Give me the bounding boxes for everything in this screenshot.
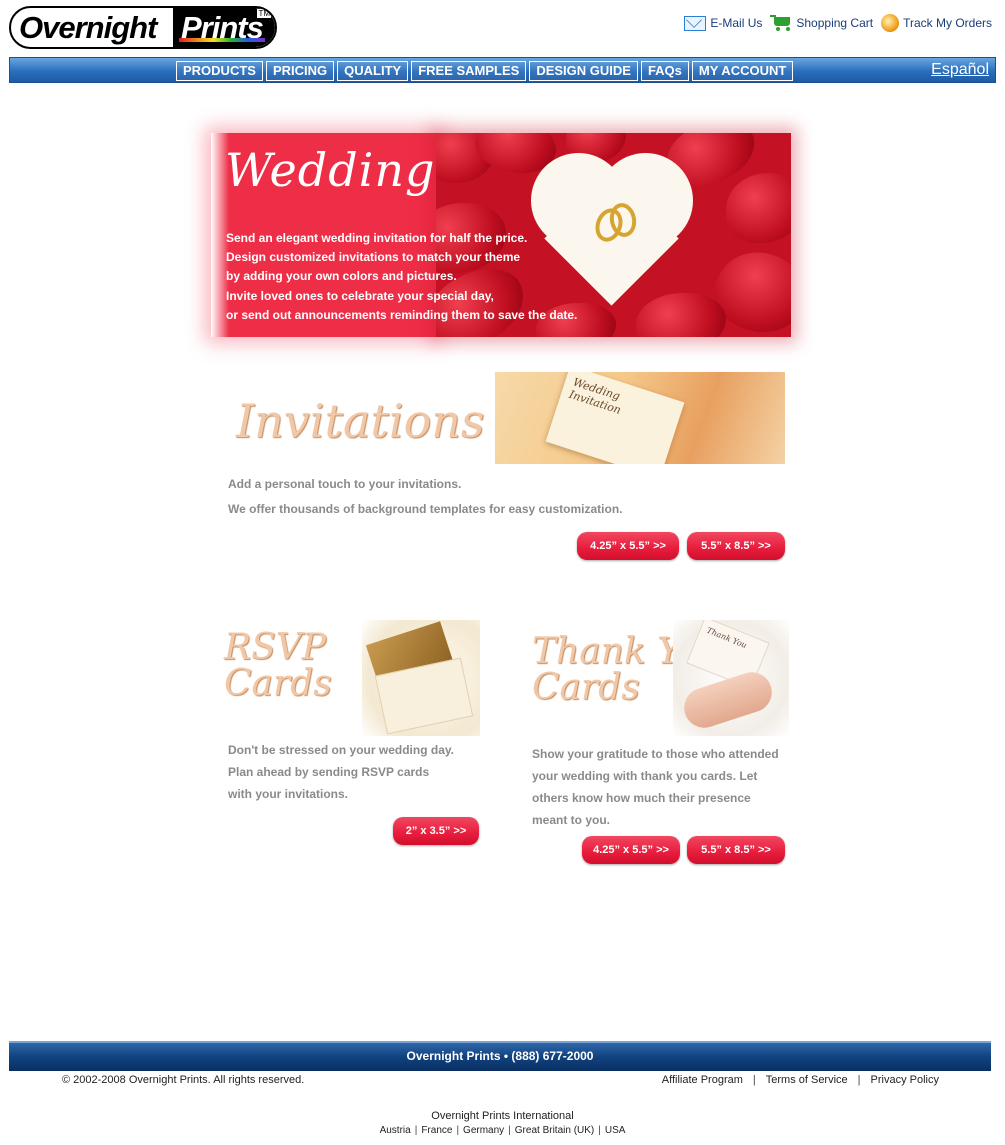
thank-you-card-image: Thank You [673, 620, 789, 736]
nav-quality[interactable]: QUALITY [337, 61, 409, 81]
hero-description: Send an elegant wedding invitation for h… [226, 229, 586, 325]
track-icon [881, 14, 900, 32]
footer-links: Affiliate Program | Terms of Service | P… [662, 1074, 939, 1086]
logo-rainbow-stripe [179, 38, 265, 42]
rsvp-line: Don't be stressed on your wedding day. [228, 743, 454, 757]
rsvp-line: with your invitations. [228, 787, 349, 801]
rsvp-cards-heading: RSVP Cards [224, 630, 332, 702]
rsvp-heading-line2: Cards [224, 663, 332, 704]
intl-austria-link[interactable]: Austria [380, 1125, 411, 1136]
thank-you-line: Show your gratitude to those who attende… [532, 747, 779, 761]
thank-you-line: meant to you. [532, 813, 611, 827]
intl-germany-link[interactable]: Germany [463, 1125, 504, 1136]
hero-title: Wedding [225, 143, 436, 197]
international-title: Overnight Prints International [431, 1110, 574, 1122]
hero-line: Design customized invitations to match y… [226, 250, 521, 265]
logo-text-overnight: Overnight [19, 10, 157, 45]
footer-bar: Overnight Prints • (888) 677-2000 [9, 1041, 991, 1071]
footer-separator: | [857, 1074, 861, 1086]
terms-of-service-link[interactable]: Terms of Service [766, 1074, 848, 1086]
invitations-text-1: Add a personal touch to your invitations… [228, 477, 462, 491]
rsvp-2x3-button[interactable]: 2” x 3.5” >> [393, 817, 479, 845]
rsvp-envelope-image [362, 620, 480, 736]
hero-line: by adding your own colors and pictures. [226, 269, 457, 284]
nav-pricing[interactable]: PRICING [265, 61, 335, 81]
invitation-5x8-button[interactable]: 5.5” x 8.5” >> [687, 532, 785, 560]
thank-you-line: your wedding with thank you cards. Let [532, 769, 758, 783]
hero-line: or send out announcements reminding them… [226, 307, 578, 322]
shopping-cart-label: Shopping Cart [796, 16, 874, 30]
invitation-card: Wedding Invitation [545, 372, 685, 464]
overnight-prints-logo[interactable]: Overnight Prints TM [9, 6, 277, 49]
mail-icon [684, 15, 707, 31]
intl-usa-link[interactable]: USA [605, 1125, 626, 1136]
rsvp-heading-line1: RSVP [224, 627, 326, 668]
email-us-link[interactable]: E-Mail Us [684, 15, 763, 31]
thank-you-line: others know how much their presence [532, 791, 751, 805]
main-nav-bar: PRODUCTS PRICING QUALITY FREE SAMPLES DE… [9, 57, 996, 83]
intl-separator: | [414, 1125, 418, 1136]
invitations-text-2: We offer thousands of background templat… [228, 502, 623, 516]
affiliate-program-link[interactable]: Affiliate Program [662, 1074, 743, 1086]
intl-separator: | [456, 1125, 460, 1136]
invitations-heading: Invitations [236, 394, 485, 448]
intl-separator: | [508, 1125, 511, 1136]
thank-you-4x5-button[interactable]: 4.25” x 5.5” >> [582, 836, 680, 864]
cart-icon [770, 14, 792, 32]
rsvp-line: Plan ahead by sending RSVP cards [228, 765, 430, 779]
intl-uk-link[interactable]: Great Britain (UK) [515, 1125, 594, 1136]
invitation-4x5-button[interactable]: 4.25” x 5.5” >> [577, 532, 679, 560]
wedding-hero-banner: Wedding Send an elegant wedding invitati… [211, 133, 791, 337]
email-us-label: E-Mail Us [710, 16, 763, 30]
thank-you-5x8-button[interactable]: 5.5” x 8.5” >> [687, 836, 785, 864]
footer-separator: | [752, 1074, 756, 1086]
main-nav: PRODUCTS PRICING QUALITY FREE SAMPLES DE… [176, 61, 794, 81]
nav-faqs[interactable]: FAQs [640, 61, 689, 81]
nav-design-guide[interactable]: DESIGN GUIDE [529, 61, 638, 81]
track-orders-link[interactable]: Track My Orders [881, 14, 992, 32]
logo-trademark: TM [257, 9, 271, 18]
rsvp-description: Don't be stressed on your wedding day. P… [228, 739, 454, 805]
intl-france-link[interactable]: France [421, 1125, 452, 1136]
track-orders-label: Track My Orders [903, 16, 992, 30]
hero-line: Invite loved ones to celebrate your spec… [226, 288, 494, 303]
intl-separator: | [598, 1125, 601, 1136]
invitation-card-image: Wedding Invitation [495, 372, 785, 464]
hero-line: Send an elegant wedding invitation for h… [226, 231, 528, 245]
privacy-policy-link[interactable]: Privacy Policy [871, 1074, 939, 1086]
thank-you-description: Show your gratitude to those who attende… [532, 743, 779, 831]
top-links: E-Mail Us Shopping Cart Track My Orders [680, 14, 992, 32]
shopping-cart-link[interactable]: Shopping Cart [770, 14, 874, 32]
nav-products[interactable]: PRODUCTS [176, 61, 263, 81]
nav-my-account[interactable]: MY ACCOUNT [691, 61, 794, 81]
nav-free-samples[interactable]: FREE SAMPLES [411, 61, 527, 81]
copyright-notice: © 2002-2008 Overnight Prints. All rights… [62, 1074, 305, 1086]
international-links: Austria | France | Germany | Great Britain (UK… [0, 1125, 1005, 1136]
language-espanol-link[interactable]: Español [931, 61, 989, 79]
